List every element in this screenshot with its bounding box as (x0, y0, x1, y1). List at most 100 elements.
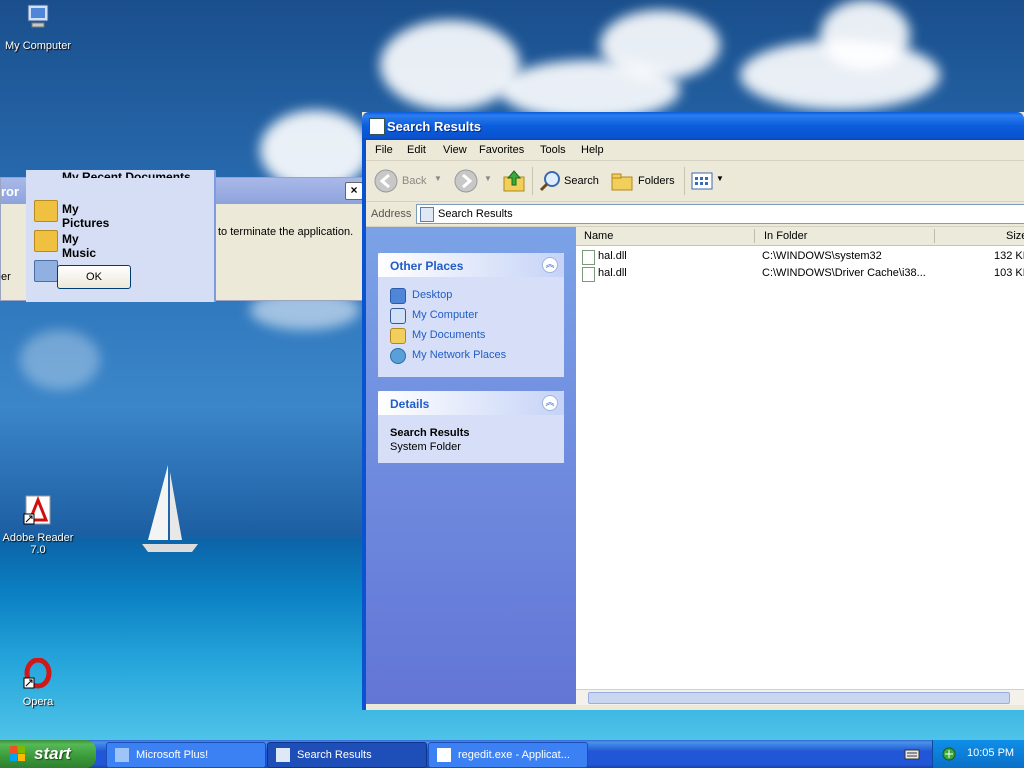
start-menu-item-recent-documents[interactable]: My Recent Documents (62, 170, 191, 178)
dialog-title: ror (1, 184, 20, 199)
address-bar: Address Search Results (366, 202, 1024, 227)
file-size: 132 KB (994, 250, 1024, 262)
start-button[interactable]: start (0, 740, 96, 768)
address-value: Search Results (438, 208, 513, 220)
menu-help[interactable]: Help (581, 144, 604, 156)
desktop-icon-opera[interactable]: Opera (0, 657, 76, 708)
other-places-item-my-network-places[interactable]: My Network Places (378, 345, 564, 365)
start-label: start (34, 744, 71, 763)
opera-icon (23, 657, 52, 689)
details-panel: Details ︽ Search Results System Folder (378, 391, 564, 463)
task-pane: Other Places ︽ Desktop My Computer My Do… (366, 227, 576, 704)
forward-arrow-icon (454, 169, 478, 193)
other-places-item-label: Desktop (412, 289, 453, 301)
file-name: hal.dll (598, 250, 627, 262)
search-button[interactable]: Search (536, 169, 602, 193)
forward-button[interactable]: ▼ (452, 169, 496, 193)
desktop-icon-label: Adobe Reader 7.0 (2, 532, 74, 556)
taskbar-item-label: regedit.exe - Applicat... (458, 749, 570, 761)
other-places-item-desktop[interactable]: Desktop (378, 285, 564, 305)
desktop-icon (390, 288, 406, 304)
other-places-item-my-documents[interactable]: My Documents (378, 325, 564, 345)
column-header-in-folder[interactable]: In Folder (764, 230, 807, 242)
file-name: hal.dll (598, 267, 627, 279)
other-places-item-label: My Documents (412, 329, 486, 341)
system-tray: 10:05 PM (932, 740, 1024, 768)
table-row[interactable]: hal.dll C:\WINDOWS\Driver Cache\i38... 1… (576, 266, 1024, 282)
desktop-icon-adobe-reader[interactable]: Adobe Reader 7.0 (0, 494, 76, 556)
horizontal-scrollbar[interactable] (576, 689, 1024, 705)
column-separator[interactable] (934, 229, 935, 243)
computer-icon (34, 260, 58, 282)
up-folder-icon (503, 170, 525, 192)
details-type: System Folder (390, 441, 461, 453)
search-results-icon (276, 748, 290, 762)
menu-tools[interactable]: Tools (540, 144, 566, 156)
desktop-icon-label: My Computer (4, 40, 72, 52)
dll-file-icon (582, 250, 595, 265)
menu-view[interactable]: View (443, 144, 467, 156)
column-separator[interactable] (754, 229, 755, 243)
scrollbar-thumb[interactable] (588, 692, 1010, 704)
table-row[interactable]: hal.dll C:\WINDOWS\system32 132 KB (576, 249, 1024, 265)
windows-logo-icon (10, 746, 25, 761)
desktop-icon-my-computer[interactable]: My Computer (0, 2, 76, 52)
chevron-down-icon: ▼ (484, 174, 492, 183)
taskbar-item-label: Search Results (297, 749, 372, 761)
collapse-icon[interactable]: ︽ (542, 395, 558, 411)
menu-file[interactable]: File (375, 144, 393, 156)
back-button[interactable]: Back ▼ (372, 169, 442, 193)
collapse-icon[interactable]: ︽ (542, 257, 558, 273)
views-button[interactable]: ▼ (690, 169, 726, 193)
search-results-icon (369, 118, 385, 135)
toolbar: Back ▼ ▼ Search Folders ▼ (366, 161, 1024, 202)
address-label: Address (371, 208, 412, 220)
back-arrow-icon (374, 169, 398, 193)
taskbar-item-regedit[interactable]: regedit.exe - Applicat... (428, 742, 588, 768)
start-menu-item-label: My Pictures (62, 202, 110, 230)
column-header-size[interactable]: Size (1006, 230, 1024, 242)
network-places-icon (390, 348, 406, 364)
other-places-item-label: My Computer (412, 309, 479, 321)
menu-edit[interactable]: Edit (407, 144, 426, 156)
dialog-message: to terminate the application. (218, 226, 354, 238)
toolbar-separator (684, 167, 685, 195)
up-folder-button[interactable] (502, 169, 528, 193)
search-icon (539, 171, 560, 192)
file-folder: C:\WINDOWS\Driver Cache\i38... (762, 267, 926, 279)
chevron-down-icon: ▼ (716, 174, 724, 183)
cloud (380, 20, 520, 110)
cloud (20, 330, 100, 390)
dialog-partial-text: er (1, 271, 11, 283)
taskbar-item-search-results[interactable]: Search Results (267, 742, 427, 768)
chevron-down-icon: ▼ (434, 174, 442, 183)
explorer-window: Search Results File Edit View Favorites … (362, 112, 1024, 710)
folders-button[interactable]: Folders (608, 169, 678, 193)
cloud (600, 10, 720, 80)
dialog-close-button[interactable]: × (345, 182, 363, 200)
details-title: Details (390, 397, 430, 411)
start-menu-item-label: My Music (62, 232, 97, 260)
taskbar: start Microsoft Plus! Search Results reg… (0, 740, 1024, 768)
other-places-item-label: My Network Places (412, 349, 507, 361)
folders-icon (611, 173, 633, 191)
adobe-reader-icon (23, 495, 51, 525)
other-places-title: Other Places (390, 259, 464, 273)
menu-favorites[interactable]: Favorites (479, 144, 524, 156)
other-places-header[interactable]: Other Places ︽ (378, 253, 564, 277)
taskbar-item-microsoft-plus[interactable]: Microsoft Plus! (106, 742, 266, 768)
keyboard-icon[interactable] (904, 746, 920, 762)
desktop-icon-label: Opera (22, 696, 54, 708)
computer-icon (27, 4, 49, 28)
computer-icon (390, 308, 406, 324)
details-header[interactable]: Details ︽ (378, 391, 564, 415)
explorer-titlebar[interactable]: Search Results (362, 112, 1024, 140)
column-header-name[interactable]: Name (584, 230, 613, 242)
dialog-ok-button[interactable]: OK (57, 265, 131, 289)
toolbar-separator (532, 167, 533, 195)
search-label: Search (564, 175, 599, 187)
network-icon[interactable] (941, 746, 957, 762)
other-places-item-my-computer[interactable]: My Computer (378, 305, 564, 325)
clock[interactable]: 10:05 PM (967, 747, 1014, 759)
address-input[interactable]: Search Results (416, 204, 1024, 224)
